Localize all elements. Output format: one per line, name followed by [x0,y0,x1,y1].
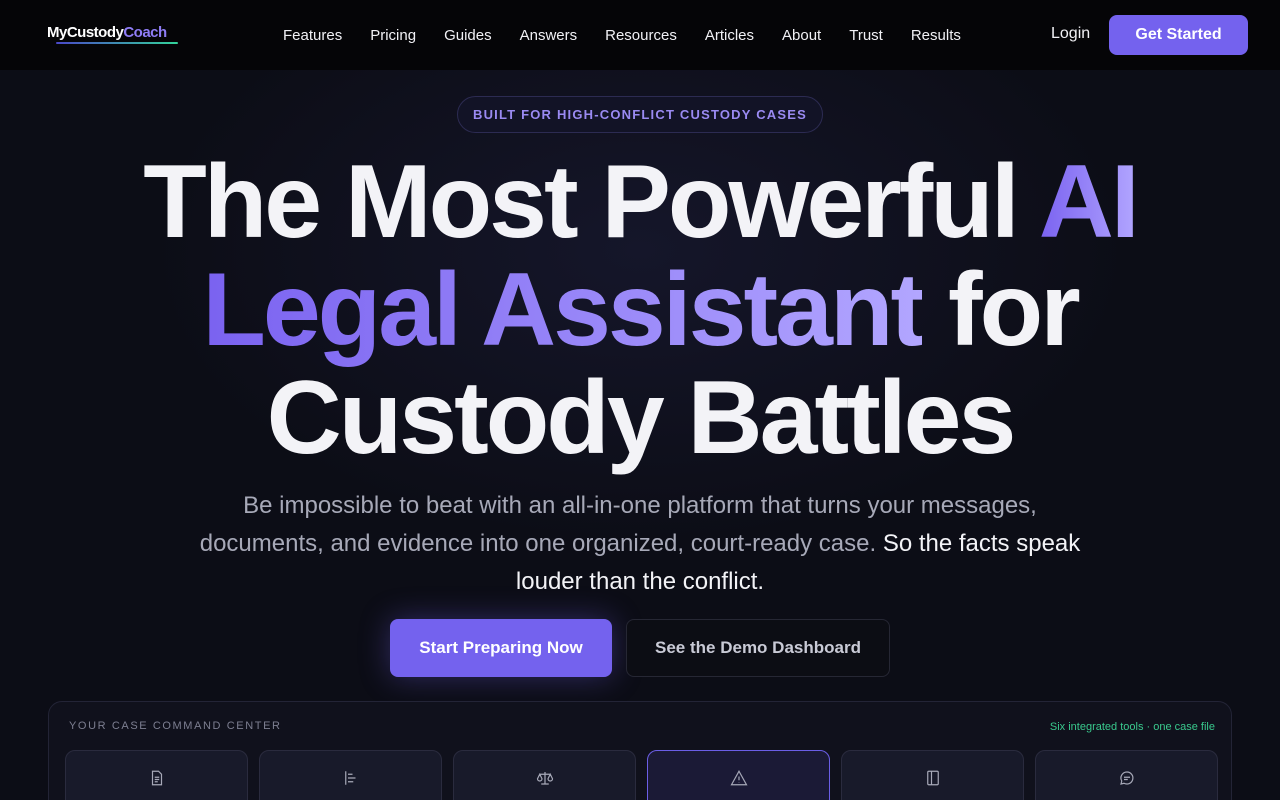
start-preparing-button[interactable]: Start Preparing Now [390,619,612,677]
tool-card-documents[interactable] [65,750,248,800]
nav-link-articles[interactable]: Articles [705,27,754,44]
hero-badge: BUILT FOR HIGH-CONFLICT CUSTODY CASES [457,96,823,133]
tool-list [65,750,1218,800]
get-started-button[interactable]: Get Started [1109,15,1248,55]
nav-link-trust[interactable]: Trust [849,27,883,44]
nav-link-features[interactable]: Features [283,27,342,44]
nav-links: Features Pricing Guides Answers Resource… [283,0,961,70]
hero-headline: The Most Powerful AI Legal Assistant for… [143,144,1140,476]
case-command-center: YOUR CASE COMMAND CENTER Six integrated … [48,701,1232,800]
nav-link-answers[interactable]: Answers [520,27,578,44]
command-center-meta: Six integrated tools · one case file [1049,721,1215,733]
nav-link-guides[interactable]: Guides [444,27,492,44]
tool-card-journal[interactable] [841,750,1024,800]
nav-link-resources[interactable]: Resources [605,27,677,44]
document-icon [151,770,162,786]
tool-card-messages[interactable] [1035,750,1218,800]
tool-card-timeline[interactable] [259,750,442,800]
hero-subheading: Be impossible to beat with an all-in-one… [199,492,1081,595]
login-link[interactable]: Login [1051,25,1090,43]
chat-icon [1119,771,1133,785]
top-navigation: MyCustodyCoach Features Pricing Guides A… [0,0,1280,70]
nav-link-results[interactable]: Results [911,27,961,44]
tool-card-legal[interactable] [453,750,636,800]
warning-icon [729,770,748,786]
logo[interactable]: MyCustodyCoach [47,24,167,41]
tool-card-incidents[interactable] [647,750,830,800]
nav-link-pricing[interactable]: Pricing [370,27,416,44]
command-center-label: YOUR CASE COMMAND CENTER [69,720,282,732]
timeline-icon [344,771,355,785]
notebook-icon [926,770,939,786]
logo-underline [56,42,178,44]
nav-link-about[interactable]: About [782,27,821,44]
scales-icon [536,772,553,785]
demo-dashboard-button[interactable]: See the Demo Dashboard [626,619,890,677]
